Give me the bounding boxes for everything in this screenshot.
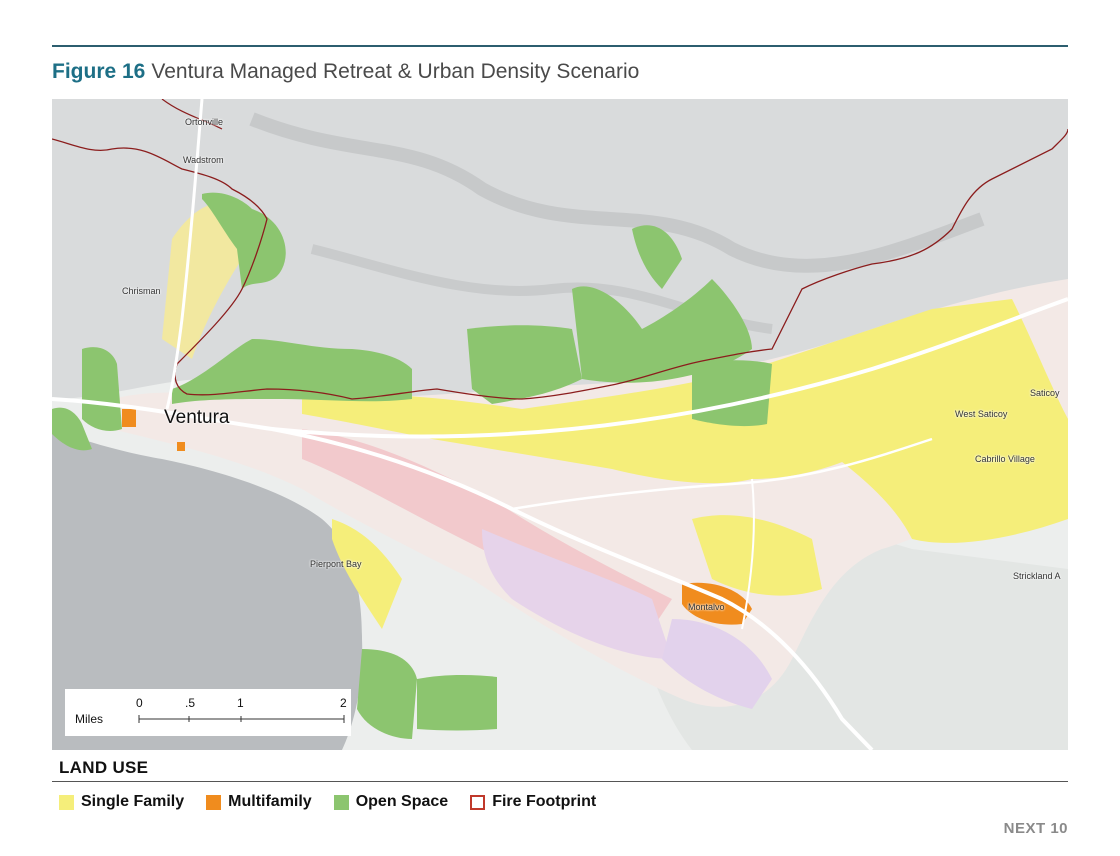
legend-item-open-space: Open Space — [333, 793, 449, 811]
place-pierpont-bay: Pierpont Bay — [310, 559, 362, 569]
legend-label-multifamily: Multifamily — [228, 793, 312, 810]
legend-label-open-space: Open Space — [355, 793, 449, 810]
fire-footprint-swatch-icon — [470, 794, 486, 810]
single-family-swatch-icon — [59, 794, 74, 810]
place-ventura: Ventura — [164, 407, 230, 428]
figure-caption: Ventura Managed Retreat & Urban Density … — [151, 60, 640, 83]
place-saticoy: Saticoy — [1030, 388, 1060, 398]
place-west-saticoy: West Saticoy — [955, 409, 1008, 419]
figure-number: Figure 16 — [52, 60, 146, 83]
place-strickland: Strickland A — [1013, 571, 1061, 581]
place-wadstrom: Wadstrom — [183, 155, 224, 165]
place-cabrillo-village: Cabrillo Village — [975, 454, 1035, 464]
legend-item-single-family: Single Family — [59, 793, 184, 811]
legend-label-single-family: Single Family — [81, 793, 185, 810]
place-montalvo: Montalvo — [688, 602, 725, 612]
scale-bar: 0 .5 1 2 Miles — [65, 689, 351, 736]
legend-item-multifamily: Multifamily — [206, 793, 312, 811]
place-chrisman: Chrisman — [122, 286, 161, 296]
legend-rule — [52, 781, 1068, 782]
figure-title: Figure 16 Ventura Managed Retreat & Urban… — [52, 60, 639, 84]
top-rule — [52, 45, 1068, 47]
multifamily-swatch-icon — [206, 794, 222, 810]
footer-brand: NEXT 10 — [1003, 820, 1068, 837]
place-ortonville: Ortonville — [185, 117, 224, 127]
map[interactable]: Ortonville Wadstrom Chrisman Ventura Pie… — [52, 99, 1068, 750]
legend: Single Family Multifamily Open Space Fir… — [59, 793, 618, 811]
open-space-swatch-icon — [333, 794, 349, 810]
legend-item-fire-footprint: Fire Footprint — [470, 793, 596, 811]
legend-title: LAND USE — [59, 758, 149, 777]
scale-line — [138, 715, 345, 723]
legend-label-fire-footprint: Fire Footprint — [492, 793, 597, 810]
